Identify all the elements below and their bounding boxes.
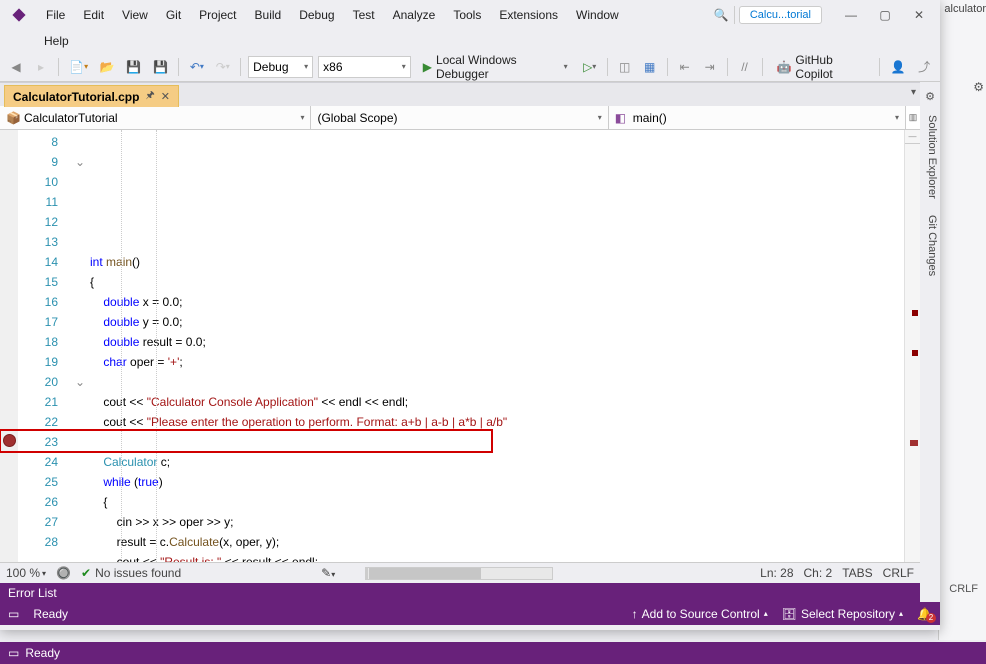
- issues-label: No issues found: [95, 566, 181, 580]
- split-button[interactable]: ▥: [906, 106, 920, 129]
- menu-extensions[interactable]: Extensions: [491, 4, 566, 26]
- select-repository-button[interactable]: 🗄Select Repository▴: [782, 607, 903, 621]
- outdent-button[interactable]: ⇤: [675, 56, 695, 78]
- nav-project-dropdown[interactable]: 📦CalculatorTutorial▾: [0, 106, 311, 129]
- minimize-button[interactable]: —: [834, 2, 868, 28]
- horizontal-scrollbar[interactable]: [365, 567, 554, 580]
- indent-button[interactable]: ⇥: [700, 56, 720, 78]
- cursor-line-label: Ln: 28: [760, 566, 793, 580]
- statusbar: ▭ Ready ↑Add to Source Control▴ 🗄Select …: [0, 602, 940, 625]
- menu-help[interactable]: Help: [36, 30, 77, 52]
- share-button[interactable]: ⤴: [914, 56, 934, 78]
- menu-project[interactable]: Project: [191, 4, 244, 26]
- scope-button[interactable]: ◫: [615, 56, 635, 78]
- editor-status-bar: 100 %▾ 🔘 ✔ No issues found ✎▾ Ln: 28 Ch: …: [0, 562, 920, 583]
- gear-icon[interactable]: ⚙: [973, 80, 984, 94]
- chat-icon[interactable]: ▭: [8, 607, 19, 621]
- add-source-control-button[interactable]: ↑Add to Source Control▴: [632, 607, 768, 621]
- copilot-button[interactable]: 🤖GitHub Copilot: [769, 50, 872, 84]
- code-editor[interactable]: 8910111213141516171819202122232425262728…: [0, 130, 920, 562]
- account-button[interactable]: 👤: [887, 56, 909, 78]
- find-mode-icon[interactable]: 🔘: [56, 566, 71, 580]
- navigation-bar: 📦CalculatorTutorial▾ (Global Scope)▾ ◧ma…: [0, 106, 920, 130]
- chat-icon[interactable]: ▭: [8, 646, 19, 660]
- layers-button[interactable]: ▦: [640, 56, 660, 78]
- background-window-tab: alculator: [944, 3, 986, 15]
- check-icon: ✔: [81, 566, 91, 580]
- nav-scope-dropdown[interactable]: (Global Scope)▾: [311, 106, 608, 129]
- menu-git[interactable]: Git: [158, 4, 189, 26]
- menu-window[interactable]: Window: [568, 4, 627, 26]
- main-window: File Edit View Git Project Build Debug T…: [0, 0, 940, 630]
- notifications-button[interactable]: 🔔: [917, 607, 932, 621]
- outer-ready-label: Ready: [25, 646, 60, 660]
- solution-name-pill[interactable]: Calcu...torial: [739, 6, 822, 24]
- platform-dropdown[interactable]: x86▾: [318, 56, 411, 78]
- close-tab-button[interactable]: ✕: [161, 90, 170, 103]
- gear-icon[interactable]: ⚙: [920, 86, 940, 107]
- cursor-col-label: Ch: 2: [804, 566, 833, 580]
- titlebar: File Edit View Git Project Build Debug T…: [0, 0, 940, 30]
- breakpoint-highlight-box: [0, 429, 493, 453]
- overview-mark: [912, 310, 918, 316]
- document-tab-active[interactable]: CalculatorTutorial.cpp 🖈 ✕: [4, 85, 179, 107]
- error-list-tab[interactable]: Error List: [0, 583, 920, 602]
- git-changes-tab[interactable]: Git Changes: [920, 207, 940, 284]
- menu-debug[interactable]: Debug: [291, 4, 342, 26]
- menu-test[interactable]: Test: [345, 4, 383, 26]
- code-area[interactable]: int main(){ double x = 0.0; double y = 0…: [88, 130, 904, 562]
- save-all-button[interactable]: 💾: [150, 56, 172, 78]
- overview-breakpoint-mark: [910, 440, 918, 446]
- menu-build[interactable]: Build: [247, 4, 290, 26]
- menu-edit[interactable]: Edit: [75, 4, 112, 26]
- overview-ruler[interactable]: —: [904, 130, 920, 562]
- save-button[interactable]: 💾: [123, 56, 145, 78]
- open-button[interactable]: 📂: [96, 56, 118, 78]
- background-window: alculator ⚙ CRLF: [938, 0, 986, 640]
- comment-button[interactable]: //: [735, 56, 755, 78]
- zoom-dropdown[interactable]: 100 %▾: [6, 566, 46, 580]
- side-panel-well: ⚙ Solution Explorer Git Changes: [920, 82, 940, 602]
- vs-logo-icon: [8, 4, 30, 26]
- outer-statusbar: ▭ Ready: [0, 642, 986, 664]
- close-button[interactable]: ✕: [902, 2, 936, 28]
- brush-icon[interactable]: ✎▾: [321, 566, 335, 580]
- nav-function-dropdown[interactable]: ◧main()▾: [609, 106, 906, 129]
- fold-gutter[interactable]: ⌄⌄: [72, 130, 88, 562]
- overview-mark: [912, 350, 918, 356]
- line-ending-label[interactable]: CRLF: [883, 566, 914, 580]
- pin-icon[interactable]: 🖈: [145, 88, 154, 105]
- redo-button[interactable]: ↷▾: [212, 56, 233, 78]
- undo-button[interactable]: ↶▾: [186, 56, 207, 78]
- menu-file[interactable]: File: [38, 4, 73, 26]
- breakpoint-gutter[interactable]: [0, 130, 18, 562]
- document-tab-name: CalculatorTutorial.cpp: [13, 90, 139, 104]
- menubar: File Edit View Git Project Build Debug T…: [38, 4, 627, 26]
- solution-explorer-tab[interactable]: Solution Explorer: [920, 107, 940, 207]
- document-tabs: CalculatorTutorial.cpp 🖈 ✕ ▾: [0, 82, 920, 106]
- tabs-mode-label[interactable]: TABS: [842, 566, 872, 580]
- outer-crlf-label: CRLF: [949, 583, 978, 595]
- search-icon[interactable]: 🔍: [710, 8, 730, 22]
- split-horizontal-icon[interactable]: —: [905, 130, 920, 144]
- maximize-button[interactable]: ▢: [868, 2, 902, 28]
- new-item-button[interactable]: 📄▾: [66, 56, 91, 78]
- nav-fwd-button[interactable]: ▸: [31, 56, 51, 78]
- tab-overflow-button[interactable]: ▾: [911, 87, 916, 98]
- config-dropdown[interactable]: Debug▾: [248, 56, 313, 78]
- start-debugging-button[interactable]: ▶Local Windows Debugger▾: [416, 50, 575, 84]
- line-number-gutter: 8910111213141516171819202122232425262728: [18, 130, 72, 562]
- menu-analyze[interactable]: Analyze: [385, 4, 444, 26]
- main-toolbar: ◀ ▸ 📄▾ 📂 💾 💾 ↶▾ ↷▾ Debug▾ x86▾ ▶Local Wi…: [0, 52, 940, 82]
- nav-back-button[interactable]: ◀: [6, 56, 26, 78]
- ready-label: Ready: [33, 607, 68, 621]
- menu-tools[interactable]: Tools: [445, 4, 489, 26]
- menu-view[interactable]: View: [114, 4, 156, 26]
- start-without-debugging-button[interactable]: ▷▾: [580, 56, 600, 78]
